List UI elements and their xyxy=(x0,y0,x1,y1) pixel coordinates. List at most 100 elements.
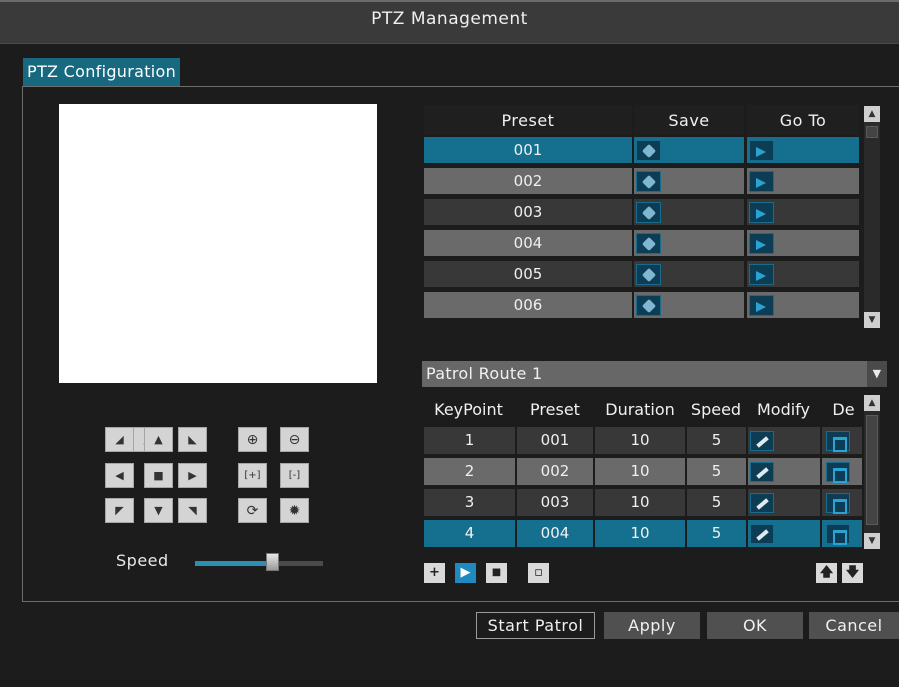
zoom-in-icon[interactable]: ⊕ xyxy=(238,427,267,452)
modify-column-header: Modify xyxy=(756,400,810,419)
keypoint-keypoint-cell: 1 xyxy=(424,427,515,454)
add-keypoint-icon[interactable]: + xyxy=(424,563,445,583)
keypoint-preset-cell: 001 xyxy=(517,427,593,454)
modify-cell xyxy=(748,427,820,454)
speed-slider-track[interactable] xyxy=(195,561,323,566)
goto-preset-icon[interactable] xyxy=(749,171,774,192)
focus-far-icon[interactable]: [-] xyxy=(280,463,309,488)
preset-row[interactable]: 005 xyxy=(422,261,862,287)
keypoint-duration-cell: 10 xyxy=(595,489,685,516)
trash-icon[interactable] xyxy=(826,493,850,514)
duration-column-header: Duration xyxy=(605,400,675,419)
modify-cell xyxy=(748,489,820,516)
down-left-arrow-icon[interactable]: ◤ xyxy=(105,498,134,523)
edit-icon[interactable] xyxy=(750,462,774,482)
keypoint-preset-cell: 003 xyxy=(517,489,593,516)
goto-cell xyxy=(747,261,859,287)
up-right-arrow-icon[interactable]: ◣ xyxy=(178,427,207,452)
goto-preset-icon[interactable] xyxy=(749,295,774,316)
save-preset-icon[interactable] xyxy=(636,171,661,192)
goto-preset-icon[interactable] xyxy=(749,264,774,285)
iris-open-icon[interactable]: ⟳ xyxy=(238,498,267,523)
keypoint-preset-cell: 002 xyxy=(517,458,593,485)
goto-cell xyxy=(747,230,859,256)
keypoint-scrollbar[interactable]: ▲ ▼ xyxy=(864,395,880,549)
preset-scrollbar[interactable]: ▲ ▼ xyxy=(864,106,880,328)
goto-column-header: Go To xyxy=(747,105,859,135)
stop-patrol-icon[interactable]: ■ xyxy=(486,563,507,583)
keypoint-row[interactable]: 2 002 10 5 xyxy=(422,458,865,485)
move-down-icon[interactable]: 🡇 xyxy=(842,563,863,583)
save-cell xyxy=(634,199,744,225)
edit-icon[interactable] xyxy=(750,431,774,451)
focus-near-icon[interactable]: [+] xyxy=(238,463,267,488)
scroll-down-icon[interactable]: ▼ xyxy=(864,312,880,328)
trash-icon[interactable] xyxy=(826,431,850,452)
save-cell xyxy=(634,168,744,194)
goto-cell xyxy=(747,199,859,225)
scroll-up-icon[interactable]: ▲ xyxy=(864,106,880,122)
keypoint-duration-cell: 10 xyxy=(595,458,685,485)
move-up-icon[interactable]: 🡅 xyxy=(816,563,837,583)
up-left-arrow-icon-2[interactable]: ◢ xyxy=(105,427,134,452)
keypoint-row[interactable]: 4 004 10 5 xyxy=(422,520,865,547)
save-preset-icon[interactable] xyxy=(636,233,661,254)
keypoint-preset-cell: 004 xyxy=(517,520,593,547)
cancel-button[interactable]: Cancel xyxy=(809,612,899,639)
up-arrow-icon[interactable]: ▲ xyxy=(144,427,173,452)
preset-row[interactable]: 006 xyxy=(422,292,862,318)
play-icon[interactable]: ▶ xyxy=(455,563,476,583)
patrol-route-value: Patrol Route 1 xyxy=(426,364,543,383)
zoom-out-icon[interactable]: ⊖ xyxy=(280,427,309,452)
trash-icon[interactable] xyxy=(826,462,850,483)
down-right-arrow-icon[interactable]: ◥ xyxy=(178,498,207,523)
preset-column-header: Preset xyxy=(530,400,580,419)
save-preset-icon[interactable] xyxy=(636,295,661,316)
scroll-thumb[interactable] xyxy=(866,126,878,138)
speed-slider-thumb[interactable] xyxy=(265,553,279,571)
goto-preset-icon[interactable] xyxy=(749,202,774,223)
iris-close-icon[interactable]: ✹ xyxy=(280,498,309,523)
scroll-down-icon[interactable]: ▼ xyxy=(864,533,880,549)
keypoint-row[interactable]: 3 003 10 5 xyxy=(422,489,865,516)
preset-row[interactable]: 004 xyxy=(422,230,862,256)
right-arrow-icon[interactable]: ▶ xyxy=(178,463,207,488)
preset-row[interactable]: 001 xyxy=(422,137,862,163)
edit-icon[interactable] xyxy=(750,524,774,544)
preset-row[interactable]: 002 xyxy=(422,168,862,194)
chevron-down-icon[interactable]: ▼ xyxy=(867,361,887,387)
modify-cell xyxy=(748,458,820,485)
save-cell xyxy=(634,137,744,163)
keypoint-keypoint-cell: 2 xyxy=(424,458,515,485)
save-cell xyxy=(634,261,744,287)
apply-button[interactable]: Apply xyxy=(604,612,700,639)
patrol-route-select[interactable]: Patrol Route 1 ▼ xyxy=(422,361,887,387)
preset-table-header: Preset Save Go To xyxy=(422,105,862,135)
save-cell xyxy=(634,230,744,256)
speed-column-header: Speed xyxy=(690,400,742,419)
keypoint-speed-cell: 5 xyxy=(687,520,746,547)
scroll-up-icon[interactable]: ▲ xyxy=(864,395,880,411)
save-preset-icon[interactable] xyxy=(636,202,661,223)
save-column-header: Save xyxy=(634,105,744,135)
tab-ptz-configuration[interactable]: PTZ Configuration xyxy=(23,58,181,86)
left-arrow-icon[interactable]: ◀ xyxy=(105,463,134,488)
preset-number: 006 xyxy=(424,292,632,318)
goto-preset-icon[interactable] xyxy=(749,140,774,161)
goto-cell xyxy=(747,137,859,163)
keypoint-column-header: KeyPoint xyxy=(434,400,503,419)
save-preset-icon[interactable] xyxy=(636,264,661,285)
trash-icon[interactable] xyxy=(826,524,850,545)
trash-icon[interactable]: ▫ xyxy=(528,563,549,583)
down-arrow-icon[interactable]: ▼ xyxy=(144,498,173,523)
scroll-thumb[interactable] xyxy=(866,415,878,525)
keypoint-row[interactable]: 1 001 10 5 xyxy=(422,427,865,454)
stop-icon[interactable]: ■ xyxy=(144,463,173,488)
edit-icon[interactable] xyxy=(750,493,774,513)
goto-preset-icon[interactable] xyxy=(749,233,774,254)
start-patrol-button[interactable]: Start Patrol xyxy=(476,612,595,639)
save-preset-icon[interactable] xyxy=(636,140,661,161)
ok-button[interactable]: OK xyxy=(707,612,803,639)
preset-row[interactable]: 003 xyxy=(422,199,862,225)
goto-cell xyxy=(747,168,859,194)
